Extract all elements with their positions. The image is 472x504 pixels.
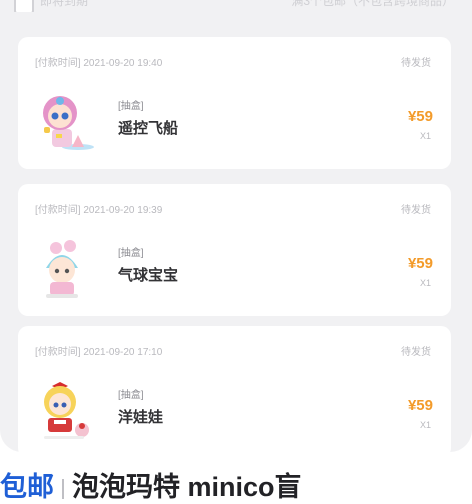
- title-accent: 包邮: [0, 472, 54, 502]
- product-name[interactable]: 洋娃娃: [118, 406, 163, 427]
- pay-time: [付款时间] 2021-09-20 19:40: [35, 58, 163, 69]
- pay-time: [付款时间] 2021-09-20 17:10: [35, 347, 163, 358]
- order-status: 待发货: [401, 58, 431, 69]
- title-main: 泡泡玛特 minico盲: [72, 472, 302, 502]
- order-list: [付款时间] 2021-09-20 19:40 待发货 [抽盒] 遥控飞船 ¥5…: [0, 12, 472, 458]
- order-status: 待发货: [401, 205, 431, 216]
- product-tag: [抽盒]: [118, 390, 144, 401]
- product-name[interactable]: 遥控飞船: [118, 117, 178, 138]
- price: ¥59: [407, 255, 433, 272]
- product-thumbnail[interactable]: [32, 376, 102, 446]
- product-thumbnail[interactable]: [32, 234, 102, 304]
- order-card[interactable]: [付款时间] 2021-09-20 17:10 待发货 [抽盒] 洋娃娃 ¥59…: [18, 326, 451, 458]
- figure-balloon-icon: [46, 240, 78, 298]
- product-thumbnail[interactable]: [32, 87, 102, 157]
- quantity: X1: [419, 278, 431, 288]
- price: ¥59: [407, 397, 433, 414]
- order-status: 待发货: [401, 347, 431, 358]
- top-left-label: 即将到期: [40, 0, 89, 8]
- figure-astronaut-icon: [43, 96, 94, 150]
- shipping-note: 满3个包邮（不包含跨境商品）: [291, 0, 454, 8]
- order-card[interactable]: [付款时间] 2021-09-20 19:39 待发货 [抽盒] 气球宝宝 ¥5…: [18, 184, 451, 316]
- figure-doll-icon: [44, 382, 89, 439]
- product-tag: [抽盒]: [118, 101, 144, 112]
- product-tag: [抽盒]: [118, 248, 144, 259]
- pay-time: [付款时间] 2021-09-20 19:39: [35, 205, 163, 216]
- title-divider: [62, 478, 64, 499]
- quantity: X1: [419, 131, 431, 141]
- product-name[interactable]: 气球宝宝: [118, 264, 178, 285]
- quantity: X1: [419, 420, 431, 430]
- price: ¥59: [407, 108, 433, 125]
- order-card[interactable]: [付款时间] 2021-09-20 19:40 待发货 [抽盒] 遥控飞船 ¥5…: [18, 37, 451, 169]
